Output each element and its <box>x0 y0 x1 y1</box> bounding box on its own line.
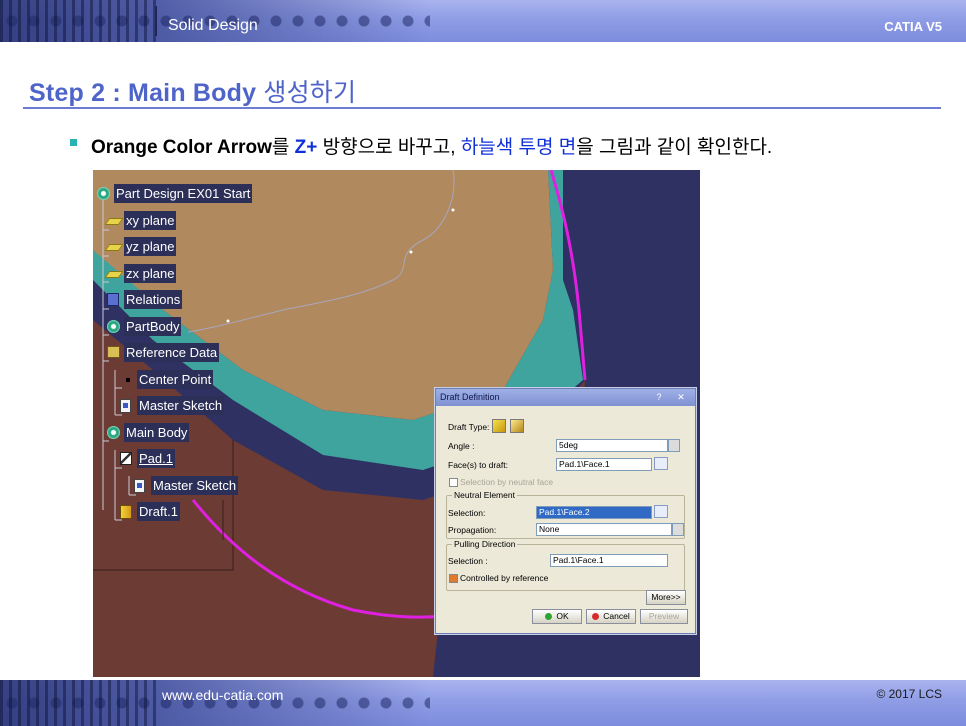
angle-input[interactable]: 5deg <box>556 439 668 452</box>
bullet-part-3: Z+ <box>294 137 318 158</box>
bullet-part-4: 방향으로 바꾸고, <box>317 137 461 158</box>
angle-spinner[interactable] <box>668 439 680 452</box>
footer-film-strip <box>0 680 160 726</box>
draft-definition-dialog[interactable]: Draft Definition ? ✕ Draft Type: Angle :… <box>435 388 696 634</box>
cancel-button[interactable]: Cancel <box>586 609 636 624</box>
neutral-selection-list-icon[interactable] <box>654 505 668 518</box>
header-band: Solid Design CATIA V5 <box>0 0 966 42</box>
help-button[interactable]: ? <box>649 391 669 403</box>
propagation-select[interactable]: None <box>536 523 672 536</box>
faces-to-draft-field[interactable]: Pad.1\Face.1 <box>556 458 652 471</box>
selection-label: Selection: <box>448 508 486 518</box>
header-film-strip <box>0 0 160 42</box>
slide-title-kr: 생성하기 <box>263 79 357 107</box>
pulling-selection-field[interactable]: Pad.1\Face.1 <box>550 554 668 567</box>
preview-button[interactable]: Preview <box>640 609 688 624</box>
draft-type-label: Draft Type: <box>448 422 490 432</box>
propagation-label: Propagation: <box>448 525 497 535</box>
footer-band: www.edu-catia.com © 2017 LCS <box>0 680 966 726</box>
slide-title-en: Step 2 : Main Body <box>29 79 257 107</box>
pulling-direction-group <box>446 544 685 591</box>
header-separator <box>155 6 157 36</box>
title-divider <box>23 107 941 109</box>
controlled-by-reference-checkbox[interactable] <box>449 574 458 583</box>
draft-type-variable-icon[interactable] <box>510 419 524 433</box>
slide-title: Step 2 : Main Body 생성하기 <box>29 73 356 109</box>
bullet-marker <box>70 139 77 146</box>
ok-label: OK <box>556 611 569 621</box>
faces-label: Face(s) to draft: <box>448 460 508 470</box>
bullet-part-6: 을 그림과 같이 확인한다. <box>576 137 773 158</box>
instruction-text: Orange Color Arrow를 Z+ 방향으로 바꾸고, 하늘색 투명 … <box>91 132 772 159</box>
angle-label: Angle : <box>448 441 475 451</box>
ok-icon <box>545 613 553 620</box>
tree-label-mastersketch2[interactable]: Master Sketch <box>151 476 239 495</box>
bullet-part-1: Orange Color Arrow <box>91 137 272 158</box>
neutral-face-checkbox-label: Selection by neutral face <box>460 477 554 487</box>
header-title: Solid Design <box>168 17 258 34</box>
bullet-part-2: 를 <box>271 137 295 158</box>
chevron-down-icon[interactable] <box>672 523 684 536</box>
bullet-part-5: 하늘색 투명 면 <box>460 137 577 158</box>
ok-button[interactable]: OK <box>532 609 582 624</box>
neutral-element-label: Neutral Element <box>452 490 517 500</box>
faces-list-icon[interactable] <box>654 457 668 470</box>
footer-copyright: © 2017 LCS <box>876 687 942 701</box>
more-button[interactable]: More>> <box>646 590 686 605</box>
pulling-selection-label: Selection : <box>448 556 488 566</box>
tree-connector-lines <box>102 200 136 521</box>
close-button[interactable]: ✕ <box>671 391 691 403</box>
controlled-by-reference-label: Controlled by reference <box>460 573 549 583</box>
cancel-icon <box>592 613 600 620</box>
dialog-title: Draft Definition <box>440 392 500 402</box>
dialog-titlebar[interactable]: Draft Definition ? ✕ <box>436 389 695 406</box>
specification-tree[interactable]: Part Design EX01 Start xy plane yz plane… <box>93 170 273 530</box>
cancel-label: Cancel <box>603 611 630 621</box>
header-product: CATIA V5 <box>884 19 942 34</box>
neutral-face-checkbox[interactable] <box>449 478 458 487</box>
draft-type-constant-icon[interactable] <box>492 419 506 433</box>
pulling-direction-label: Pulling Direction <box>452 539 518 549</box>
footer-website: www.edu-catia.com <box>162 687 284 703</box>
neutral-selection-field[interactable]: Pad.1\Face.2 <box>536 506 652 519</box>
